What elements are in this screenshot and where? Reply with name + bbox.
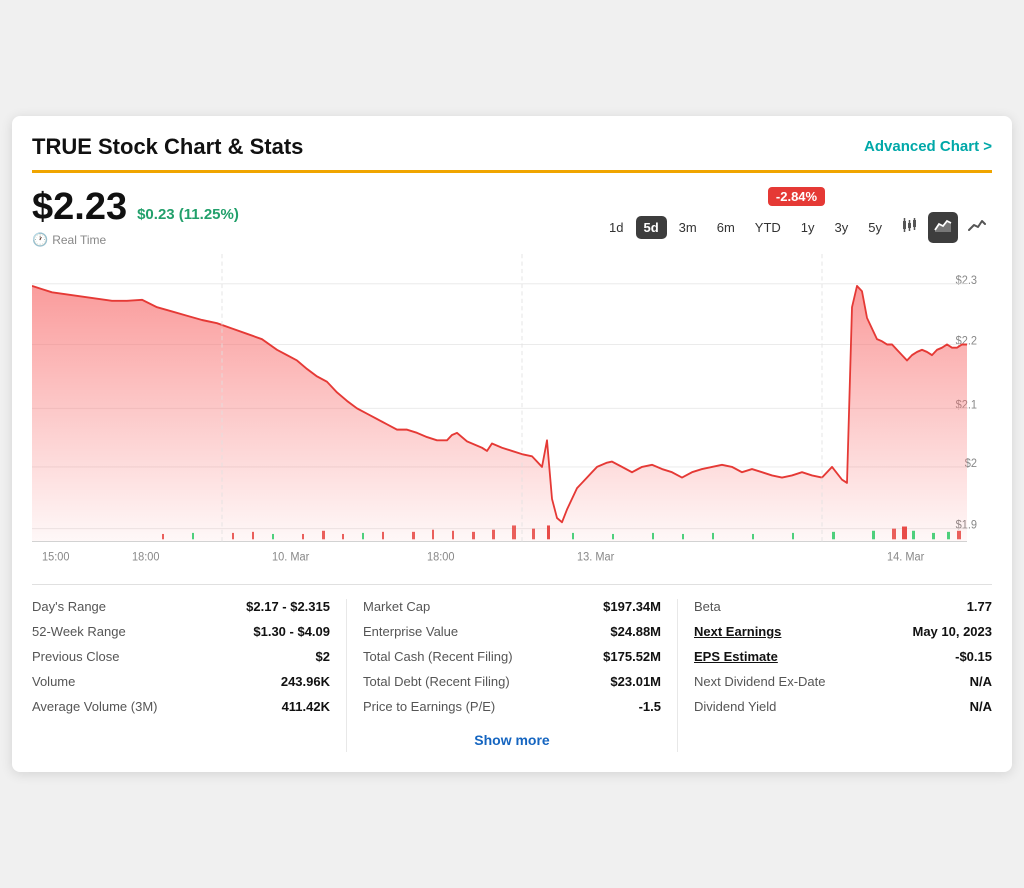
advanced-chart-link[interactable]: Advanced Chart > (864, 138, 992, 155)
stats-col-1: Day's Range $2.17 - $2.315 52-Week Range… (32, 599, 347, 752)
price-change: $0.23 (11.25%) (137, 206, 239, 223)
time-btn-6m[interactable]: 6m (709, 216, 743, 239)
days-range-label: Day's Range (32, 599, 106, 614)
area-chart-icon-btn[interactable] (928, 212, 958, 243)
next-earnings-value: May 10, 2023 (912, 624, 992, 639)
time-btn-1d[interactable]: 1d (601, 216, 631, 239)
stats-area: Day's Range $2.17 - $2.315 52-Week Range… (32, 584, 992, 752)
dividend-yield-value: N/A (970, 699, 992, 714)
time-buttons: 1d 5d 3m 6m YTD 1y 3y 5y (601, 212, 992, 243)
realtime-label: Real Time (52, 233, 106, 247)
dividend-yield-row: Dividend Yield N/A (694, 699, 992, 714)
week-range-value: $1.30 - $4.09 (253, 624, 330, 639)
next-dividend-value: N/A (970, 674, 992, 689)
time-btn-5d[interactable]: 5d (636, 216, 667, 239)
total-cash-value: $175.52M (603, 649, 661, 664)
pe-row: Price to Earnings (P/E) -1.5 (363, 699, 661, 714)
badge-row: -2.84% (768, 187, 825, 206)
enterprise-value-label: Enterprise Value (363, 624, 458, 639)
beta-value: 1.77 (967, 599, 992, 614)
avg-volume-value: 411.42K (282, 699, 330, 714)
svg-text:15:00: 15:00 (42, 552, 70, 564)
total-debt-value: $23.01M (610, 674, 661, 689)
svg-text:$2.3: $2.3 (956, 275, 977, 287)
total-cash-label: Total Cash (Recent Filing) (363, 649, 513, 664)
next-dividend-label: Next Dividend Ex-Date (694, 674, 826, 689)
volume-value: 243.96K (281, 674, 330, 689)
card-header: TRUE Stock Chart & Stats Advanced Chart … (32, 134, 992, 173)
days-range-value: $2.17 - $2.315 (246, 599, 330, 614)
volume-label: Volume (32, 674, 75, 689)
week-range-label: 52-Week Range (32, 624, 126, 639)
svg-text:14. Mar: 14. Mar (887, 552, 924, 564)
price-controls-row: $2.23 $0.23 (11.25%) 🕐 Real Time -2.84% … (32, 187, 992, 249)
enterprise-value-value: $24.88M (610, 624, 661, 639)
beta-row: Beta 1.77 (694, 599, 992, 614)
realtime-row: 🕐 Real Time (32, 232, 239, 248)
next-earnings-row: Next Earnings May 10, 2023 (694, 624, 992, 639)
eps-value: -$0.15 (955, 649, 992, 664)
time-btn-ytd[interactable]: YTD (747, 216, 789, 239)
avg-volume-label: Average Volume (3M) (32, 699, 158, 714)
line-chart-icon-btn[interactable] (962, 212, 992, 243)
show-more-button[interactable]: Show more (474, 732, 549, 748)
total-cash-row: Total Cash (Recent Filing) $175.52M (363, 649, 661, 664)
controls-block: -2.84% 1d 5d 3m 6m YTD 1y 3y 5y (601, 187, 992, 243)
candlestick-icon-btn[interactable] (894, 212, 924, 243)
page-title: TRUE Stock Chart & Stats (32, 134, 303, 160)
enterprise-value-row: Enterprise Value $24.88M (363, 624, 661, 639)
pe-value: -1.5 (639, 699, 661, 714)
avg-volume-row: Average Volume (3M) 411.42K (32, 699, 330, 714)
prev-close-value: $2 (316, 649, 330, 664)
eps-estimate-link[interactable]: EPS Estimate (694, 649, 778, 664)
stock-card: TRUE Stock Chart & Stats Advanced Chart … (12, 116, 1012, 773)
market-cap-value: $197.34M (603, 599, 661, 614)
total-debt-row: Total Debt (Recent Filing) $23.01M (363, 674, 661, 689)
svg-text:18:00: 18:00 (427, 552, 455, 564)
time-btn-3m[interactable]: 3m (671, 216, 705, 239)
show-more-row: Show more (363, 724, 661, 752)
total-debt-label: Total Debt (Recent Filing) (363, 674, 510, 689)
svg-text:10. Mar: 10. Mar (272, 552, 309, 564)
prev-close-label: Previous Close (32, 649, 119, 664)
next-dividend-row: Next Dividend Ex-Date N/A (694, 674, 992, 689)
pe-label: Price to Earnings (P/E) (363, 699, 495, 714)
volume-row: Volume 243.96K (32, 674, 330, 689)
chart-container: $2.3 $2.2 $2.1 $2 $1.9 (32, 254, 992, 584)
market-cap-label: Market Cap (363, 599, 430, 614)
time-btn-3y[interactable]: 3y (827, 216, 857, 239)
week-range-row: 52-Week Range $1.30 - $4.09 (32, 624, 330, 639)
time-btn-1y[interactable]: 1y (793, 216, 823, 239)
stats-col-3: Beta 1.77 Next Earnings May 10, 2023 EPS… (678, 599, 992, 752)
stats-col-2: Market Cap $197.34M Enterprise Value $24… (347, 599, 678, 752)
svg-text:13. Mar: 13. Mar (577, 552, 614, 564)
svg-text:18:00: 18:00 (132, 552, 160, 564)
stock-chart: $2.3 $2.2 $2.1 $2 $1.9 (32, 254, 992, 584)
next-earnings-link[interactable]: Next Earnings (694, 624, 781, 639)
prev-close-row: Previous Close $2 (32, 649, 330, 664)
price-block: $2.23 $0.23 (11.25%) 🕐 Real Time (32, 187, 239, 249)
change-badge: -2.84% (768, 187, 825, 206)
days-range-row: Day's Range $2.17 - $2.315 (32, 599, 330, 614)
price-main: $2.23 (32, 187, 127, 229)
time-btn-5y[interactable]: 5y (860, 216, 890, 239)
market-cap-row: Market Cap $197.34M (363, 599, 661, 614)
eps-row: EPS Estimate -$0.15 (694, 649, 992, 664)
dividend-yield-label: Dividend Yield (694, 699, 776, 714)
clock-icon: 🕐 (32, 232, 48, 248)
beta-label: Beta (694, 599, 721, 614)
